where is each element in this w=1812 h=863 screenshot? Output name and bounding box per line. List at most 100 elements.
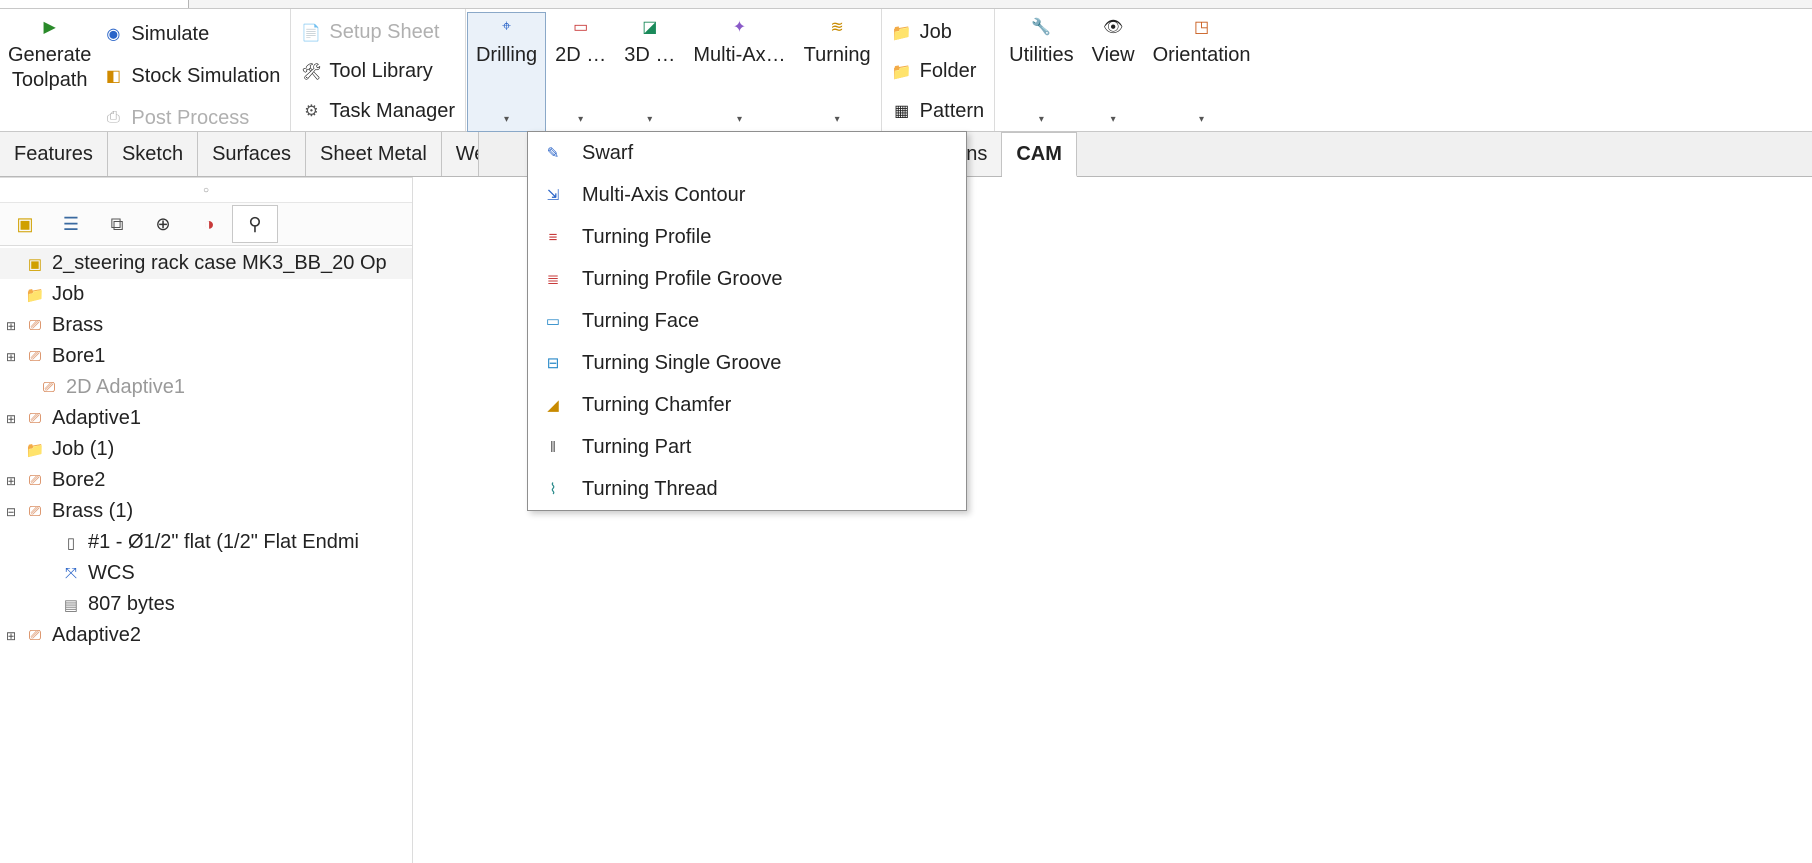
orientation-icon: [1194, 15, 1209, 39]
tab-cam-label: CAM: [1016, 143, 1062, 166]
pin-icon: [248, 214, 261, 235]
tree-view-model-button[interactable]: [2, 205, 48, 243]
tpart-icon: [542, 439, 564, 456]
tool-library-button[interactable]: Tool Library: [297, 52, 459, 91]
menu-item[interactable]: Multi-Axis Contour: [528, 174, 966, 216]
pie-icon: [204, 214, 215, 235]
tree-node[interactable]: ⊞Brass: [0, 310, 412, 341]
menu-item[interactable]: Turning Part: [528, 426, 966, 468]
tth-icon: [542, 480, 564, 498]
tree-view-list-button[interactable]: [48, 205, 94, 243]
folder-label: Folder: [920, 60, 977, 83]
pattern-button[interactable]: Pattern: [888, 92, 988, 131]
panel-drag-handle[interactable]: [0, 178, 412, 203]
3d-button[interactable]: 3D … ▾: [616, 13, 683, 131]
menu-item[interactable]: Turning Thread: [528, 468, 966, 510]
tree-view-target-button[interactable]: [140, 205, 186, 243]
drilling-button[interactable]: Drilling ▾: [467, 12, 546, 132]
tab-weldments-truncated[interactable]: We: [442, 132, 479, 176]
mac-icon: [542, 186, 564, 204]
op-icon: [24, 410, 46, 427]
menu-item[interactable]: Turning Profile Groove: [528, 258, 966, 300]
twist-icon[interactable]: ⊞: [4, 629, 18, 643]
tree-node-label: Adaptive1: [52, 407, 141, 430]
twist-icon[interactable]: ⊞: [4, 350, 18, 364]
stock-simulation-button[interactable]: Stock Simulation: [99, 55, 284, 97]
tree-root-node[interactable]: 2_steering rack case MK3_BB_20 Op: [0, 248, 412, 279]
utilities-button[interactable]: Utilities ▾: [1001, 13, 1081, 131]
tree-view-hierarchy-button[interactable]: [94, 205, 140, 243]
tree-root-label: 2_steering rack case MK3_BB_20 Op: [52, 252, 387, 275]
tree-node[interactable]: #1 - Ø1/2" flat (1/2" Flat Endmi: [0, 527, 412, 558]
orientation-label: Orientation: [1153, 43, 1251, 68]
tab-features-label: Features: [14, 143, 93, 166]
post-process-label: Post Process: [131, 107, 249, 130]
tree-node[interactable]: ⊞Bore1: [0, 341, 412, 372]
view-button[interactable]: View ▾: [1084, 13, 1143, 131]
generate-toolpath-button[interactable]: Generate Toolpath: [0, 13, 99, 95]
tree-node[interactable]: 807 bytes: [0, 589, 412, 620]
generate-icon: [44, 15, 56, 39]
2d-button[interactable]: 2D … ▾: [547, 13, 614, 131]
tree-view-pin-button[interactable]: [232, 205, 278, 243]
3d-dropdown-icon: ▾: [647, 114, 652, 129]
task-manager-button[interactable]: Task Manager: [297, 92, 459, 131]
utilities-icon: [1031, 15, 1051, 39]
tree-node[interactable]: Job (1): [0, 434, 412, 465]
ribbon-group-view: Utilities ▾ View ▾ Orientation ▾: [995, 9, 1264, 131]
turning-icon: [830, 15, 843, 39]
tab-features[interactable]: Features: [0, 132, 108, 176]
tab-sketch[interactable]: Sketch: [108, 132, 198, 176]
menu-item[interactable]: Swarf: [528, 132, 966, 174]
pattern-label: Pattern: [920, 100, 984, 123]
cam-tree[interactable]: 2_steering rack case MK3_BB_20 Op Job⊞Br…: [0, 246, 412, 659]
tp-icon: [542, 229, 564, 246]
menu-item[interactable]: Turning Face: [528, 300, 966, 342]
menu-item-label: Turning Part: [582, 436, 952, 459]
multi-axis-button[interactable]: Multi-Ax… ▾: [685, 13, 793, 131]
menu-item[interactable]: Turning Single Groove: [528, 342, 966, 384]
tree-node[interactable]: ⊞Adaptive2: [0, 620, 412, 651]
simulate-icon: [103, 24, 123, 44]
drilling-dropdown-menu: SwarfMulti-Axis ContourTurning ProfileTu…: [527, 131, 967, 511]
tool-library-label: Tool Library: [329, 60, 432, 83]
stock-sim-icon: [103, 66, 123, 86]
pattern-icon: [892, 101, 912, 121]
tree-node[interactable]: Job: [0, 279, 412, 310]
quick-access-strip: [0, 0, 1812, 9]
cam-tree-panel: 2_steering rack case MK3_BB_20 Op Job⊞Br…: [0, 177, 413, 863]
job-icon: [24, 441, 46, 459]
tree-node[interactable]: WCS: [0, 558, 412, 589]
tree-node[interactable]: ⊟Brass (1): [0, 496, 412, 527]
tc-icon: [542, 396, 564, 414]
tree-view-stats-button[interactable]: [186, 205, 232, 243]
menu-item-label: Swarf: [582, 142, 952, 165]
menu-item[interactable]: Turning Profile: [528, 216, 966, 258]
twist-icon[interactable]: ⊞: [4, 319, 18, 333]
tree-node[interactable]: ⊞ Bore2: [0, 465, 412, 496]
tree-node[interactable]: 2D Adaptive1: [0, 372, 412, 403]
utilities-dropdown-icon: ▾: [1039, 114, 1044, 129]
job-button[interactable]: Job: [888, 13, 988, 52]
post-process-icon: [103, 109, 123, 127]
twist-icon[interactable]: ⊞: [4, 412, 18, 426]
simulate-button[interactable]: Simulate: [99, 13, 284, 55]
tab-sheet-metal[interactable]: Sheet Metal: [306, 132, 442, 176]
turning-dropdown-icon: ▾: [835, 114, 840, 129]
tab-cam[interactable]: CAM: [1002, 132, 1077, 177]
tree-node[interactable]: ⊞ Adaptive1: [0, 403, 412, 434]
twist-icon[interactable]: ⊞: [4, 474, 18, 488]
job-label: Job: [920, 21, 952, 44]
tab-surfaces[interactable]: Surfaces: [198, 132, 306, 176]
op-icon: [24, 503, 46, 520]
folder-button[interactable]: Folder: [888, 52, 988, 91]
tree-node-label: Bore2: [52, 469, 105, 492]
multi-axis-icon: [733, 15, 746, 39]
twist-icon[interactable]: ⊟: [4, 505, 18, 519]
menu-item[interactable]: Turning Chamfer: [528, 384, 966, 426]
turning-button[interactable]: Turning ▾: [796, 13, 879, 131]
orientation-button[interactable]: Orientation ▾: [1145, 13, 1259, 131]
tool-library-icon: [301, 62, 321, 82]
cube-icon: [16, 214, 33, 235]
tree-node-label: WCS: [88, 562, 135, 585]
